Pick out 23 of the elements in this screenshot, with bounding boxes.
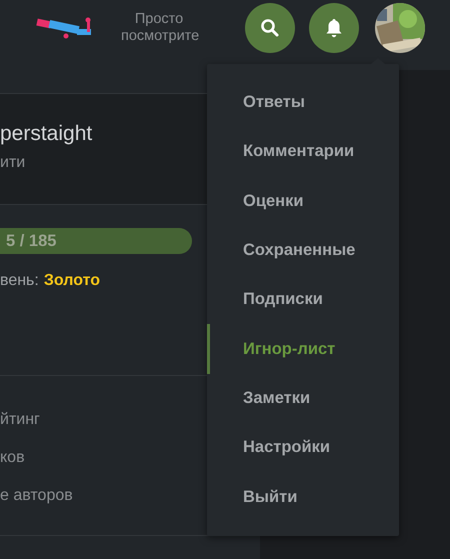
avatar[interactable] bbox=[375, 2, 425, 52]
bell-icon bbox=[325, 18, 343, 38]
profile-link[interactable]: йтинг bbox=[0, 409, 40, 430]
profile-link[interactable]: ков bbox=[0, 447, 25, 468]
profile-link[interactable]: е авторов bbox=[0, 485, 73, 506]
menu-item[interactable]: Настройки bbox=[207, 423, 399, 472]
progress-reading: 5 / 185 bbox=[6, 232, 56, 251]
search-button[interactable] bbox=[245, 2, 295, 52]
menu-item[interactable]: Заметки bbox=[207, 374, 399, 424]
menu-item[interactable]: Выйти bbox=[207, 472, 399, 522]
search-icon bbox=[260, 18, 280, 38]
menu-item[interactable]: Оценки bbox=[207, 176, 399, 226]
user-subtitle: ити bbox=[0, 154, 26, 172]
notifications-button[interactable] bbox=[309, 2, 359, 52]
menu-item[interactable]: Сохраненные bbox=[207, 226, 399, 276]
logo-text[interactable]: Просто посмотрите bbox=[121, 10, 197, 44]
level-label: вень: bbox=[0, 272, 39, 290]
level-value: Золото bbox=[44, 272, 100, 290]
menu-item[interactable]: Комментарии bbox=[207, 127, 399, 177]
menu-item[interactable]: Игнор-лист bbox=[207, 324, 399, 374]
username: perstaight bbox=[0, 121, 92, 147]
menu-item[interactable]: Подписки bbox=[207, 275, 399, 324]
menu-item[interactable]: Ответы bbox=[207, 78, 399, 128]
